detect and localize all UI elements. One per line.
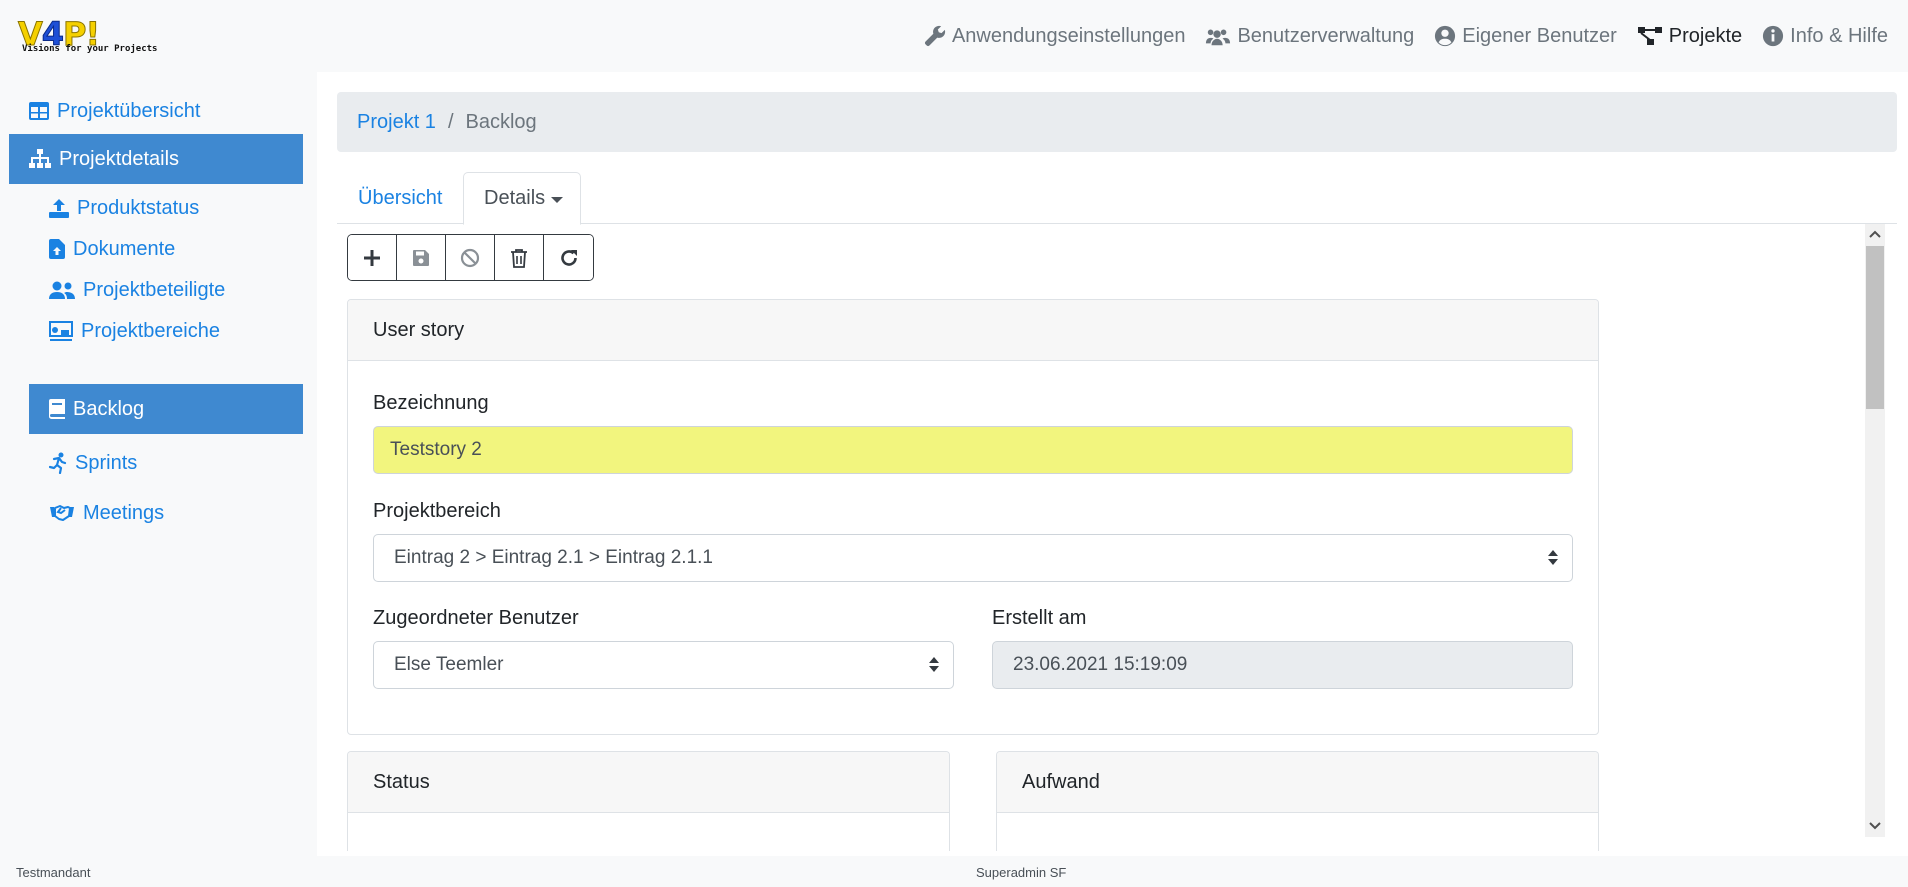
sidebar-item-projektbereiche[interactable]: Projektbereiche xyxy=(49,306,301,356)
bezeichnung-value: Teststory 2 xyxy=(390,439,482,460)
handshake-icon xyxy=(50,505,74,521)
tab-uebersicht[interactable]: Übersicht xyxy=(338,172,462,224)
sidebar-item-sprints[interactable]: Sprints xyxy=(49,438,301,488)
bezeichnung-label: Bezeichnung xyxy=(373,392,489,414)
nav-label: Benutzerverwaltung xyxy=(1237,24,1415,47)
top-menu: Anwendungseinstellungen Benutzerverwaltu… xyxy=(904,0,1888,72)
aufwand-card: Aufwand xyxy=(996,751,1599,851)
projektbereich-label: Projektbereich xyxy=(373,500,501,522)
redo-icon xyxy=(560,249,577,266)
logo-tagline: Visions for your Projects xyxy=(22,44,158,54)
footer: Testmandant Superadmin SF xyxy=(0,856,1908,887)
breadcrumb-separator: / xyxy=(447,110,454,133)
sidebar-item-label: Dokumente xyxy=(73,237,176,260)
top-navbar: V4P! Visions for your Projects Anwendung… xyxy=(0,0,1908,72)
nav-label: Anwendungseinstellungen xyxy=(951,24,1186,47)
nav-anwendungseinstellungen[interactable]: Anwendungseinstellungen xyxy=(924,24,1186,48)
sidebar-item-projektuebersicht[interactable]: Projektübersicht xyxy=(29,86,301,136)
card-header-user-story: User story xyxy=(348,300,1598,361)
benutzer-select[interactable]: Else Teemler xyxy=(373,641,954,689)
chevron-down-icon xyxy=(1869,822,1881,830)
action-toolbar xyxy=(347,234,594,281)
nav-benutzerverwaltung[interactable]: Benutzerverwaltung xyxy=(1205,25,1414,48)
save-button[interactable] xyxy=(397,235,446,280)
tab-label: Übersicht xyxy=(358,186,443,209)
nav-info-hilfe[interactable]: Info & Hilfe xyxy=(1762,25,1888,48)
breadcrumb-project-link[interactable]: Projekt 1 xyxy=(357,111,436,134)
sidebar-item-label: Projektübersicht xyxy=(57,99,201,122)
tab-label: Details xyxy=(484,187,546,209)
trash-icon xyxy=(511,248,527,268)
sort-arrows-icon xyxy=(1548,550,1558,566)
scroll-up-button[interactable] xyxy=(1866,224,1884,244)
running-icon xyxy=(49,452,67,474)
card-header-status: Status xyxy=(348,752,949,813)
sidebar-item-meetings[interactable]: Meetings xyxy=(49,488,301,538)
book-icon xyxy=(49,399,65,419)
status-card: Status xyxy=(347,751,950,851)
breadcrumb: Projekt 1 / Backlog xyxy=(337,92,1897,152)
benutzer-value: Else Teemler xyxy=(394,654,504,675)
card-header-aufwand: Aufwand xyxy=(997,752,1598,813)
bezeichnung-input[interactable]: Teststory 2 xyxy=(373,426,1573,474)
erstellt-value: 23.06.2021 15:19:09 xyxy=(1013,654,1188,675)
nav-label: Info & Hilfe xyxy=(1790,24,1888,47)
table-icon xyxy=(29,102,49,120)
upload-icon xyxy=(49,199,69,218)
erstellt-field: 23.06.2021 15:19:09 xyxy=(992,641,1573,689)
sidebar-item-label: Backlog xyxy=(73,397,145,420)
sidebar-item-projektdetails[interactable]: Projektdetails xyxy=(9,134,303,184)
plus-icon xyxy=(364,249,380,266)
projektbereich-select[interactable]: Eintrag 2 > Eintrag 2.1 > Eintrag 2.1.1 xyxy=(373,534,1573,582)
project-diagram-icon xyxy=(1637,27,1662,45)
delete-button[interactable] xyxy=(495,235,544,280)
sidebar-item-label: Projektbeteiligte xyxy=(83,278,226,301)
cancel-button[interactable] xyxy=(446,235,495,280)
file-upload-icon xyxy=(49,239,65,259)
sidebar-item-label: Produktstatus xyxy=(77,196,200,219)
save-icon xyxy=(413,249,429,266)
user-circle-icon xyxy=(1435,25,1456,47)
sitemap-icon xyxy=(29,149,51,168)
user-group-icon xyxy=(49,281,75,299)
projektbereich-value: Eintrag 2 > Eintrag 2.1 > Eintrag 2.1.1 xyxy=(394,547,713,568)
sidebar-item-backlog[interactable]: Backlog xyxy=(29,384,303,434)
tab-details[interactable]: Details xyxy=(463,172,581,225)
refresh-button[interactable] xyxy=(544,235,593,280)
scroll-down-button[interactable] xyxy=(1866,816,1884,836)
sidebar-item-label: Meetings xyxy=(83,501,165,524)
tab-bar: Übersicht Details xyxy=(337,172,1897,225)
app-logo[interactable]: V4P! Visions for your Projects xyxy=(18,18,160,58)
wrench-icon xyxy=(924,25,946,47)
erstellt-label: Erstellt am xyxy=(992,607,1087,629)
sort-arrows-icon xyxy=(929,657,939,673)
info-circle-icon xyxy=(1763,25,1784,47)
chalkboard-icon xyxy=(49,321,73,341)
scrollbar-thumb[interactable] xyxy=(1866,246,1884,409)
sidebar-item-label: Sprints xyxy=(75,451,138,474)
nav-label: Projekte xyxy=(1668,24,1743,47)
sidebar: Projektübersicht Projektdetails Produkts… xyxy=(0,72,317,856)
sidebar-item-label: Projektbereiche xyxy=(81,319,220,342)
ban-icon xyxy=(460,248,480,267)
nav-projekte[interactable]: Projekte xyxy=(1637,25,1742,48)
breadcrumb-current: Backlog xyxy=(465,110,537,133)
footer-tenant: Testmandant xyxy=(16,865,91,880)
add-button[interactable] xyxy=(348,235,397,280)
users-gear-icon xyxy=(1206,29,1231,46)
footer-user: Superadmin SF xyxy=(976,865,1067,880)
nav-label: Eigener Benutzer xyxy=(1462,24,1617,47)
caret-down-icon xyxy=(551,196,564,203)
sidebar-item-label: Projektdetails xyxy=(59,147,180,170)
nav-eigener-benutzer[interactable]: Eigener Benutzer xyxy=(1434,25,1617,48)
chevron-up-icon xyxy=(1869,230,1881,238)
benutzer-label: Zugeordneter Benutzer xyxy=(373,607,579,629)
